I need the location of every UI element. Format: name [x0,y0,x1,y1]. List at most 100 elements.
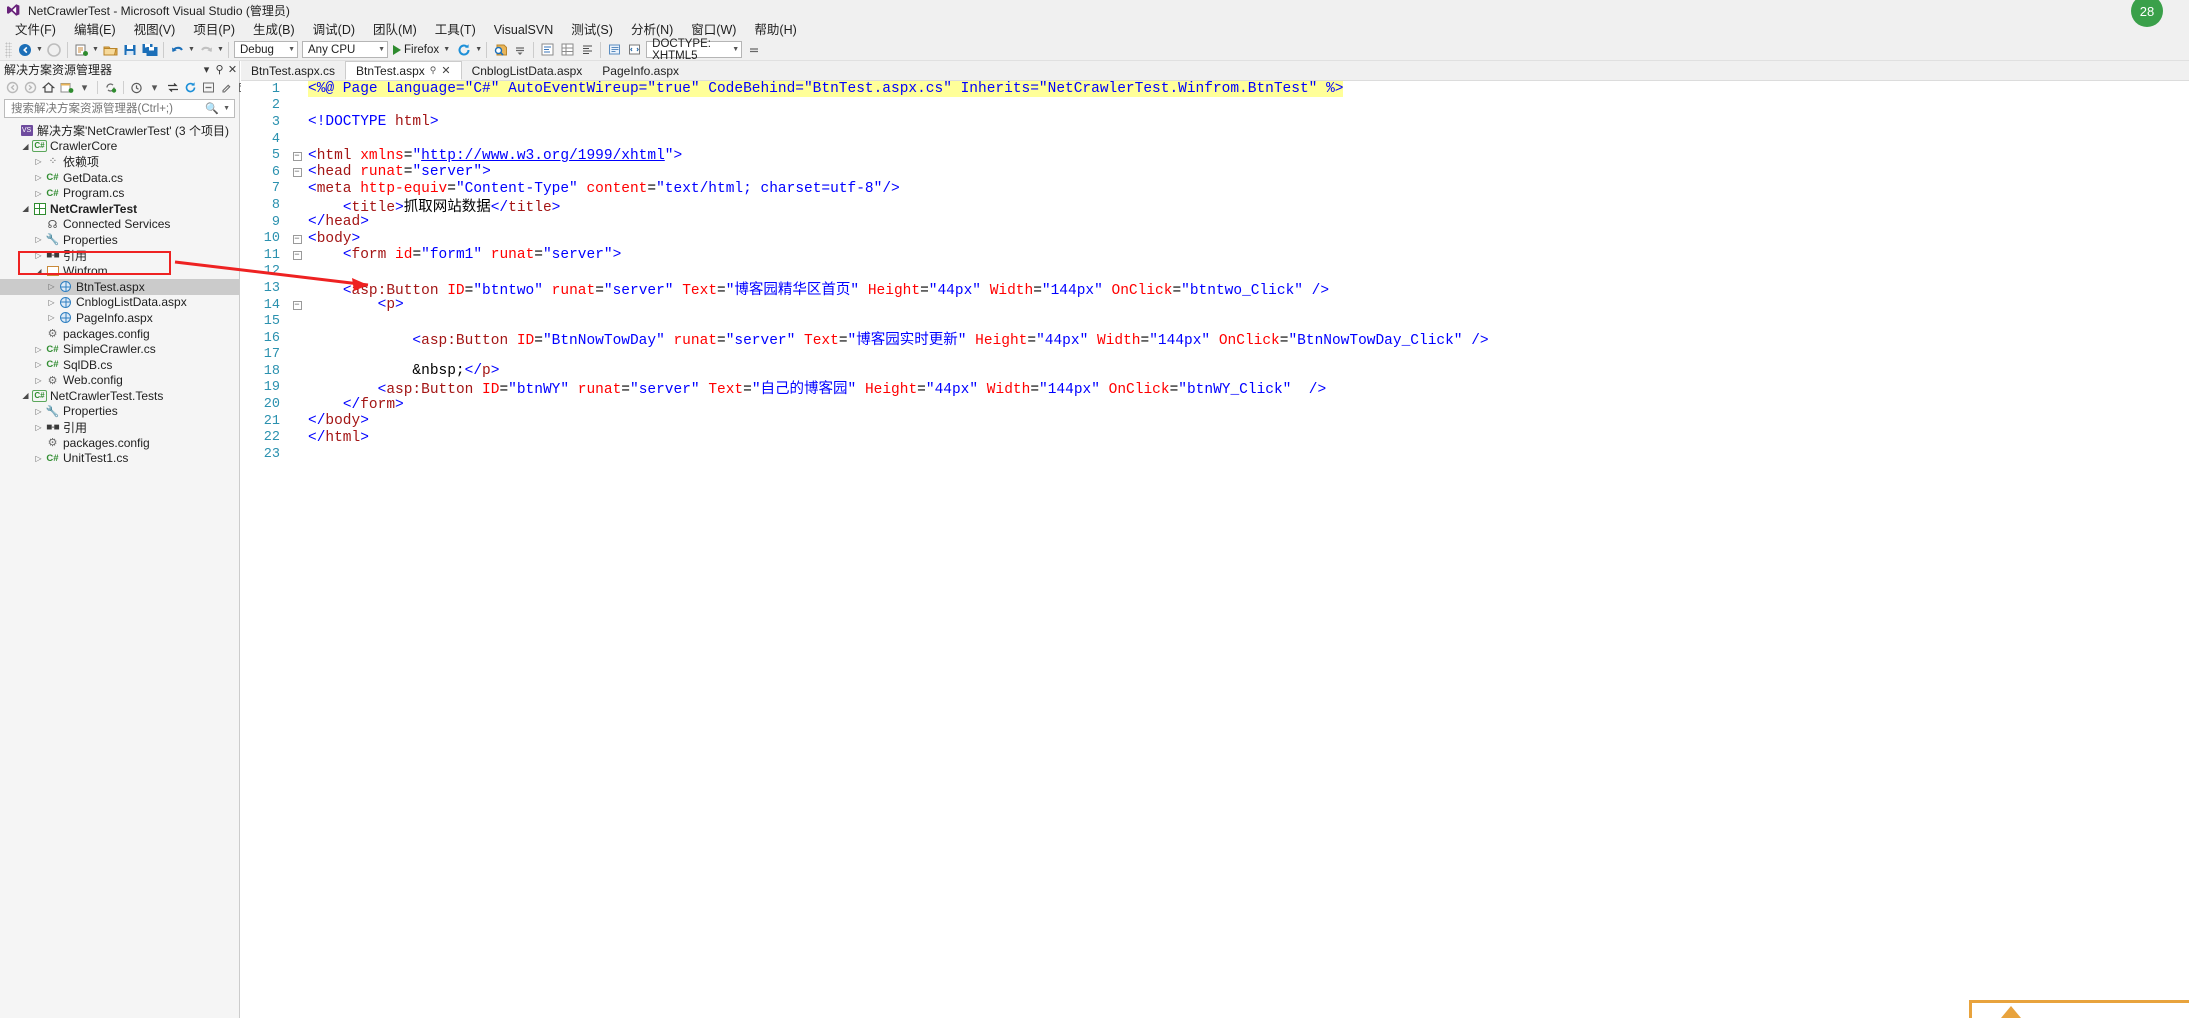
tab-btntest-aspx[interactable]: BtnTest.aspx ⚲ ✕ [345,61,462,80]
tree-expander-open-icon[interactable]: ◢ [19,142,32,151]
collapse-region-icon[interactable]: − [290,167,304,178]
pin-icon[interactable]: ⚲ [213,63,226,76]
show-all-files-icon[interactable] [164,79,181,96]
code-line[interactable]: 16 <asp:Button ID="BtnNowTowDay" runat="… [241,330,2189,349]
code-line[interactable]: 1 <%@ Page Language="C#" AutoEventWireup=… [241,81,2189,98]
chevron-down-icon[interactable]: ▾ [200,63,213,76]
sync-with-active-document-icon[interactable] [102,79,119,96]
chevron-down-icon[interactable]: ▼ [726,46,739,53]
menu-debug[interactable]: 调试(D) [304,21,364,39]
save-icon[interactable] [120,40,140,60]
menu-project[interactable]: 项目(P) [184,21,244,39]
code-line[interactable]: 13 <asp:Button ID="btntwo" runat="server… [241,280,2189,299]
search-input[interactable] [9,101,204,116]
code-line[interactable]: 6− <head runat="server"> [241,164,2189,181]
navigate-back-icon[interactable] [15,40,35,60]
code-line[interactable]: 22 </html> [241,429,2189,446]
menu-file[interactable]: 文件(F) [6,21,65,39]
tree-expander-closed-icon[interactable]: ▷ [32,345,45,354]
menu-visualsvn[interactable]: VisualSVN [485,21,563,39]
redo-caret-icon[interactable]: ▼ [216,46,225,53]
open-file-icon[interactable] [100,40,120,60]
tree-item--[interactable]: ▷ ■-■ 引用 [0,419,239,435]
tree-item-connected-services[interactable]: ☊ Connected Services [0,217,239,233]
tree-expander-open-icon[interactable]: ◢ [32,267,45,276]
code-line[interactable]: 21 </body> [241,413,2189,430]
new-project-icon[interactable] [71,40,91,60]
tab-btntest-aspx-cs[interactable]: BtnTest.aspx.cs [241,61,346,80]
chevron-down-icon[interactable]: ▾ [76,79,93,96]
tree-item-winfrom[interactable]: ◢ Winfrom [0,263,239,279]
solution-platform-combo[interactable]: Any CPU ▼ [302,41,388,58]
tree-item-sqldb.cs[interactable]: ▷ C# SqlDB.cs [0,357,239,373]
menu-analyze[interactable]: 分析(N) [622,21,682,39]
menu-team[interactable]: 团队(M) [364,21,426,39]
navigate-forward-icon[interactable] [44,40,64,60]
tree-expander-closed-icon[interactable]: ▷ [45,282,58,291]
code-line[interactable]: 9 </head> [241,214,2189,231]
refresh-caret-icon[interactable]: ▼ [474,46,483,53]
tree-item--netcrawlertest-3-[interactable]: VS 解决方案'NetCrawlerTest' (3 个项目) [0,123,239,139]
collapse-region-icon[interactable]: − [290,250,304,261]
menu-window[interactable]: 窗口(W) [682,21,745,39]
new-project-caret-icon[interactable]: ▼ [91,46,100,53]
chevron-down-icon[interactable]: ▼ [221,105,232,112]
code-line[interactable]: 2 [241,98,2189,115]
code-line[interactable]: 8 <title>抓取网站数据</title> [241,197,2189,216]
tree-item-web.config[interactable]: ▷ ⚙ Web.config [0,373,239,389]
chevron-down-icon[interactable]: ▼ [372,46,385,53]
collapse-region-icon[interactable]: − [290,234,304,244]
toolbar-options-overflow-icon[interactable] [744,40,764,60]
collapse-all-icon[interactable] [200,79,217,96]
tree-item-unittest1.cs[interactable]: ▷ C# UnitTest1.cs [0,450,239,466]
tree-expander-closed-icon[interactable]: ▷ [32,251,45,260]
tree-expander-closed-icon[interactable]: ▷ [32,157,45,166]
code-line[interactable]: 10− <body> [241,230,2189,247]
tree-item-packages.config[interactable]: ⚙ packages.config [0,326,239,342]
close-icon[interactable]: ✕ [226,63,239,76]
tree-item-packages.config[interactable]: ⚙ packages.config [0,435,239,451]
solution-explorer-search[interactable]: 🔍 ▼ [4,99,235,118]
tab-pageinfo-aspx[interactable]: PageInfo.aspx [592,61,690,80]
code-line[interactable]: 5− <html xmlns="http://www.w3.org/1999/xh… [241,147,2189,164]
tree-item-netcrawlertest[interactable]: ◢ NetCrawlerTest [0,201,239,217]
tree-expander-closed-icon[interactable]: ▷ [32,173,45,182]
tree-expander-closed-icon[interactable]: ▷ [32,189,45,198]
code-line[interactable]: 23 [241,446,2189,463]
tree-expander-closed-icon[interactable]: ▷ [45,298,58,307]
tree-expander-open-icon[interactable]: ◢ [19,204,32,213]
tree-expander-closed-icon[interactable]: ▷ [32,454,45,463]
html-toolbar-align-icon[interactable] [577,40,597,60]
code-line[interactable]: 17 [241,347,2189,364]
html-toolbar-bold-icon[interactable] [537,40,557,60]
start-debug-caret-icon[interactable]: ▼ [442,46,451,53]
collapse-region-icon[interactable]: − [290,151,304,161]
start-debug-button[interactable]: Firefox ▼ [390,44,454,56]
doctype-combo[interactable]: DOCTYPE: XHTML5 ▼ [646,38,743,62]
chevron-down-icon[interactable]: ▾ [146,79,163,96]
undo-caret-icon[interactable]: ▼ [187,46,196,53]
toolbar-grip[interactable] [5,41,12,58]
refresh-icon[interactable] [454,40,474,60]
close-icon[interactable]: ✕ [441,64,450,77]
search-icon[interactable]: 🔍 [203,102,221,115]
forward-icon[interactable] [22,79,39,96]
tree-item-netcrawlertest.tests[interactable]: ◢ C# NetCrawlerTest.Tests [0,388,239,404]
tree-item-getdata.cs[interactable]: ▷ C# GetData.cs [0,170,239,186]
tree-item-simplecrawler.cs[interactable]: ▷ C# SimpleCrawler.cs [0,341,239,357]
pin-icon[interactable]: ⚲ [430,65,437,76]
back-icon[interactable] [4,79,21,96]
tree-expander-closed-icon[interactable]: ▷ [32,360,45,369]
properties-icon[interactable] [218,79,235,96]
code-line[interactable]: 4 [241,131,2189,148]
refresh-icon[interactable] [182,79,199,96]
tree-expander-closed-icon[interactable]: ▷ [32,235,45,244]
code-editor[interactable]: 1 <%@ Page Language="C#" AutoEventWireup=… [241,81,2189,1018]
collapse-region-icon[interactable]: − [290,300,304,311]
tree-item-btntest.aspx[interactable]: ▷ BtnTest.aspx [0,278,239,295]
tree-item-properties[interactable]: ▷ 🔧 Properties [0,232,239,248]
home-icon[interactable] [40,79,57,96]
tree-item-cnbloglistdata.aspx[interactable]: ▷ CnblogListData.aspx [0,295,239,311]
save-all-icon[interactable] [140,40,160,60]
code-line[interactable]: 11− <form id="form1" runat="server"> [241,247,2189,264]
